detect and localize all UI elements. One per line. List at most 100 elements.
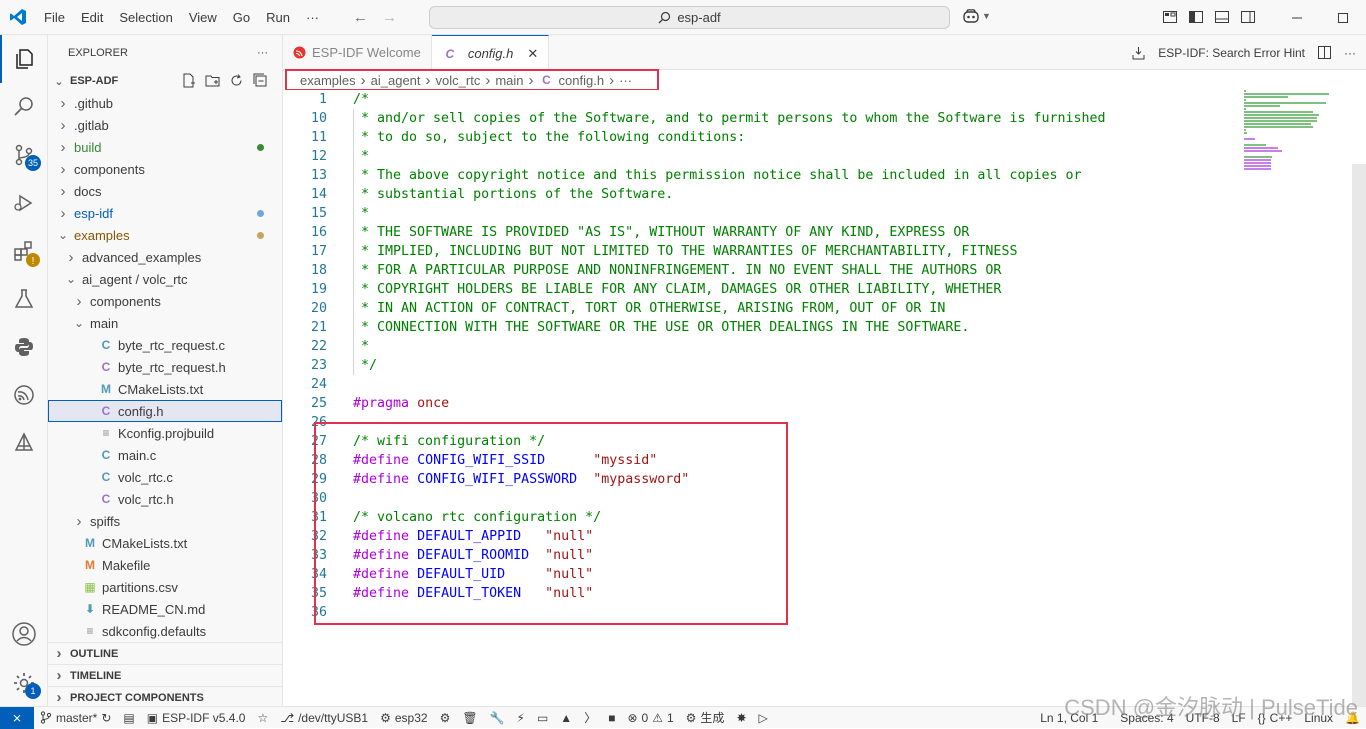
- settings-gear-icon[interactable]: 1: [0, 659, 48, 707]
- status-idf-version[interactable]: ▣ ESP-IDF v5.4.0: [141, 707, 252, 729]
- extensions-icon[interactable]: !: [0, 227, 48, 275]
- code-line[interactable]: 25 #pragma once: [283, 394, 1243, 413]
- remote-indicator-icon[interactable]: ⨯: [0, 706, 34, 729]
- tree-file[interactable]: Cconfig.h: [48, 400, 282, 422]
- code-line[interactable]: 20 * IN AN ACTION OF CONTRACT, TORT OR O…: [283, 299, 1243, 318]
- tree-file[interactable]: Cbyte_rtc_request.c: [48, 334, 282, 356]
- code-line[interactable]: 1 /*: [283, 90, 1243, 109]
- tree-folder[interactable]: ⌄ main: [48, 312, 282, 334]
- idf-tools-icon[interactable]: [0, 419, 48, 467]
- code-line[interactable]: 21 * CONNECTION WITH THE SOFTWARE OR THE…: [283, 318, 1243, 337]
- menu-item[interactable]: Selection: [111, 0, 180, 35]
- code-line[interactable]: 34 #define DEFAULT_UID "null": [283, 565, 1243, 584]
- status-problems[interactable]: ⊗ 0 ⚠ 1: [621, 707, 679, 729]
- search-error-hint-button[interactable]: ESP-IDF: Search Error Hint: [1158, 46, 1305, 60]
- tree-folder[interactable]: › advanced_examples: [48, 246, 282, 268]
- code-line[interactable]: 22 *: [283, 337, 1243, 356]
- breadcrumb-item[interactable]: ai_agent: [371, 73, 421, 88]
- menu-item[interactable]: ···: [298, 0, 327, 35]
- vertical-scrollbar[interactable]: [1352, 164, 1366, 706]
- tree-folder[interactable]: › docs: [48, 180, 282, 202]
- sidebar-section-outline[interactable]: › OUTLINE: [48, 642, 282, 664]
- code-line[interactable]: 27 /* wifi configuration */: [283, 432, 1243, 451]
- tab-esp-idf-welcome[interactable]: ESP-IDF Welcome: [283, 35, 432, 70]
- breadcrumb-item[interactable]: config.h: [559, 73, 605, 88]
- tree-folder[interactable]: › build: [48, 136, 282, 158]
- tree-file[interactable]: ≡ sdkconfig.defaults: [48, 620, 282, 642]
- monitor-icon[interactable]: ▭: [531, 707, 554, 729]
- python-icon[interactable]: [0, 323, 48, 371]
- explorer-icon[interactable]: [0, 35, 48, 83]
- tree-file[interactable]: M CMakeLists.txt: [48, 532, 282, 554]
- tree-folder[interactable]: ⌄ examples: [48, 224, 282, 246]
- tree-file[interactable]: Cvolc_rtc.h: [48, 488, 282, 510]
- menu-item[interactable]: Edit: [73, 0, 111, 35]
- code-line[interactable]: 29 #define CONFIG_WIFI_PASSWORD "mypasswo…: [283, 470, 1243, 489]
- forward-arrow-icon[interactable]: →: [382, 9, 397, 26]
- code-line[interactable]: 10 * and/or sell copies of the Software,…: [283, 109, 1243, 128]
- code-line[interactable]: 16 * THE SOFTWARE IS PROVIDED "AS IS", W…: [283, 223, 1243, 242]
- code-line[interactable]: 12 *: [283, 147, 1243, 166]
- tree-file[interactable]: Cvolc_rtc.c: [48, 466, 282, 488]
- code-line[interactable]: 28 #define CONFIG_WIFI_SSID "myssid": [283, 451, 1243, 470]
- run-debug-icon[interactable]: [0, 179, 48, 227]
- status-star-icon[interactable]: ☆: [251, 707, 274, 729]
- run-play-icon[interactable]: ▷: [753, 707, 774, 729]
- code-editor[interactable]: 1 /* 10 * and/or sell copies of the Softwa…: [283, 90, 1366, 706]
- toggle-primary-sidebar-icon[interactable]: [1188, 9, 1204, 25]
- refresh-icon[interactable]: [229, 73, 244, 88]
- tab-config-h[interactable]: C config.h ✕: [431, 35, 550, 71]
- tree-file[interactable]: Cbyte_rtc_request.h: [48, 356, 282, 378]
- status-workspace-icon[interactable]: ▤: [117, 707, 140, 729]
- breadcrumb-item[interactable]: main: [495, 73, 523, 88]
- workspace-root[interactable]: ⌄ ESP-ADF: [48, 70, 282, 92]
- code-line[interactable]: 11 * to do so, subject to the following …: [283, 128, 1243, 147]
- breadcrumb-item[interactable]: volc_rtc: [436, 73, 481, 88]
- tree-folder[interactable]: › spiffs: [48, 510, 282, 532]
- full-clean-trash-icon[interactable]: 🗑: [456, 707, 483, 729]
- debug-bug-icon[interactable]: ✸: [730, 707, 752, 729]
- accounts-icon[interactable]: [0, 610, 48, 658]
- code-line[interactable]: 17 * IMPLIED, INCLUDING BUT NOT LIMITED …: [283, 242, 1243, 261]
- tree-folder[interactable]: › .github: [48, 92, 282, 114]
- menu-item[interactable]: Run: [258, 0, 298, 35]
- menu-item[interactable]: Go: [225, 0, 258, 35]
- code-line[interactable]: 15 *: [283, 204, 1243, 223]
- tree-file[interactable]: Cmain.c: [48, 444, 282, 466]
- back-arrow-icon[interactable]: ←: [353, 9, 368, 26]
- tree-folder[interactable]: › components: [48, 158, 282, 180]
- split-editor-icon[interactable]: [1317, 45, 1332, 60]
- collapse-all-icon[interactable]: [253, 73, 268, 88]
- code-line[interactable]: 24: [283, 375, 1243, 394]
- code-line[interactable]: 31 /* volcano rtc configuration */: [283, 508, 1243, 527]
- menuconfig-gear-icon[interactable]: ⚙: [434, 707, 457, 729]
- code-line[interactable]: 32 #define DEFAULT_APPID "null": [283, 527, 1243, 546]
- tree-folder[interactable]: › esp-idf: [48, 202, 282, 224]
- command-center-search[interactable]: esp-adf: [429, 6, 950, 29]
- explorer-more-icon[interactable]: ···: [257, 47, 268, 59]
- code-line[interactable]: 36: [283, 603, 1243, 622]
- new-folder-icon[interactable]: [205, 73, 220, 88]
- more-actions-icon[interactable]: ···: [1344, 46, 1356, 60]
- code-line[interactable]: 23 */: [283, 356, 1243, 375]
- status-branch[interactable]: master* ↻: [34, 707, 117, 729]
- tree-file[interactable]: M Makefile: [48, 554, 282, 576]
- customize-layout-icon[interactable]: [1162, 9, 1178, 25]
- build-wrench-icon[interactable]: 🔧: [484, 707, 511, 729]
- code-line[interactable]: 14 * substantial portions of the Softwar…: [283, 185, 1243, 204]
- toggle-secondary-sidebar-icon[interactable]: [1240, 9, 1256, 25]
- code-line[interactable]: 18 * FOR A PARTICULAR PURPOSE AND NONINF…: [283, 261, 1243, 280]
- maximize-icon[interactable]: [1320, 0, 1366, 35]
- tree-file[interactable]: ⬇ README_CN.md: [48, 598, 282, 620]
- tree-folder[interactable]: ⌄ ai_agent / volc_rtc: [48, 268, 282, 290]
- sync-icon[interactable]: ↻: [101, 711, 111, 725]
- code-line[interactable]: 33 #define DEFAULT_ROOMID "null": [283, 546, 1243, 565]
- copilot-button[interactable]: ▼: [962, 8, 991, 24]
- breadcrumb-item[interactable]: ···: [619, 73, 632, 88]
- code-line[interactable]: 19 * COPYRIGHT HOLDERS BE LIABLE FOR ANY…: [283, 280, 1243, 299]
- tree-file[interactable]: ▦ partitions.csv: [48, 576, 282, 598]
- status-target[interactable]: ⚙ esp32: [374, 707, 433, 729]
- new-file-icon[interactable]: [181, 73, 196, 88]
- search-icon[interactable]: [0, 83, 48, 131]
- tree-file[interactable]: ≡ Kconfig.projbuild: [48, 422, 282, 444]
